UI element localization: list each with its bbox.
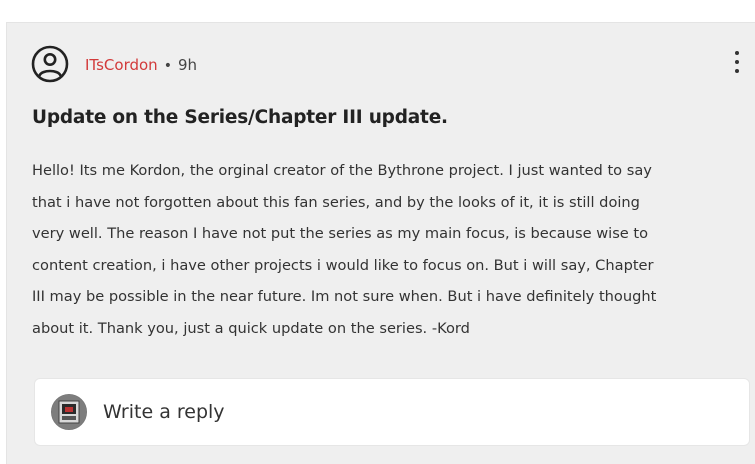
post-body-line: about it. Thank you, just a quick update… — [32, 319, 470, 337]
kebab-menu-icon[interactable] — [729, 49, 745, 75]
kebab-dot — [735, 60, 739, 64]
kebab-dot — [735, 69, 739, 73]
reply-placeholder: Write a reply — [103, 401, 225, 423]
meta-separator: • — [163, 58, 172, 74]
user-circle-icon[interactable] — [31, 45, 69, 83]
reply-input[interactable]: Write a reply — [34, 378, 750, 446]
post-card: ITsCordon • 9h Update on the Series/Chapte… — [6, 22, 755, 464]
post-body: Hello! Its me Kordon, the orginal creato… — [32, 155, 752, 345]
username-link[interactable]: ITsCordon — [85, 56, 158, 74]
kebab-dot — [735, 51, 739, 55]
post-body-line: III may be possible in the near future. … — [32, 288, 657, 306]
post-body-line: very well. The reason I have not put the… — [32, 225, 649, 243]
page: ITsCordon • 9h Update on the Series/Chapte… — [0, 0, 755, 464]
post-time: 9h — [177, 56, 198, 74]
post-body-line: Hello! Its me Kordon, the orginal creato… — [32, 162, 652, 179]
post-body-line: that i have not forgotten about this fan… — [32, 193, 640, 211]
post-body-line: content creation, i have other projects … — [32, 256, 654, 274]
post-title: Update on the Series/Chapter III update. — [32, 107, 448, 128]
post-meta: ITsCordon • 9h — [85, 55, 197, 76]
user-avatar-icon — [51, 394, 87, 430]
